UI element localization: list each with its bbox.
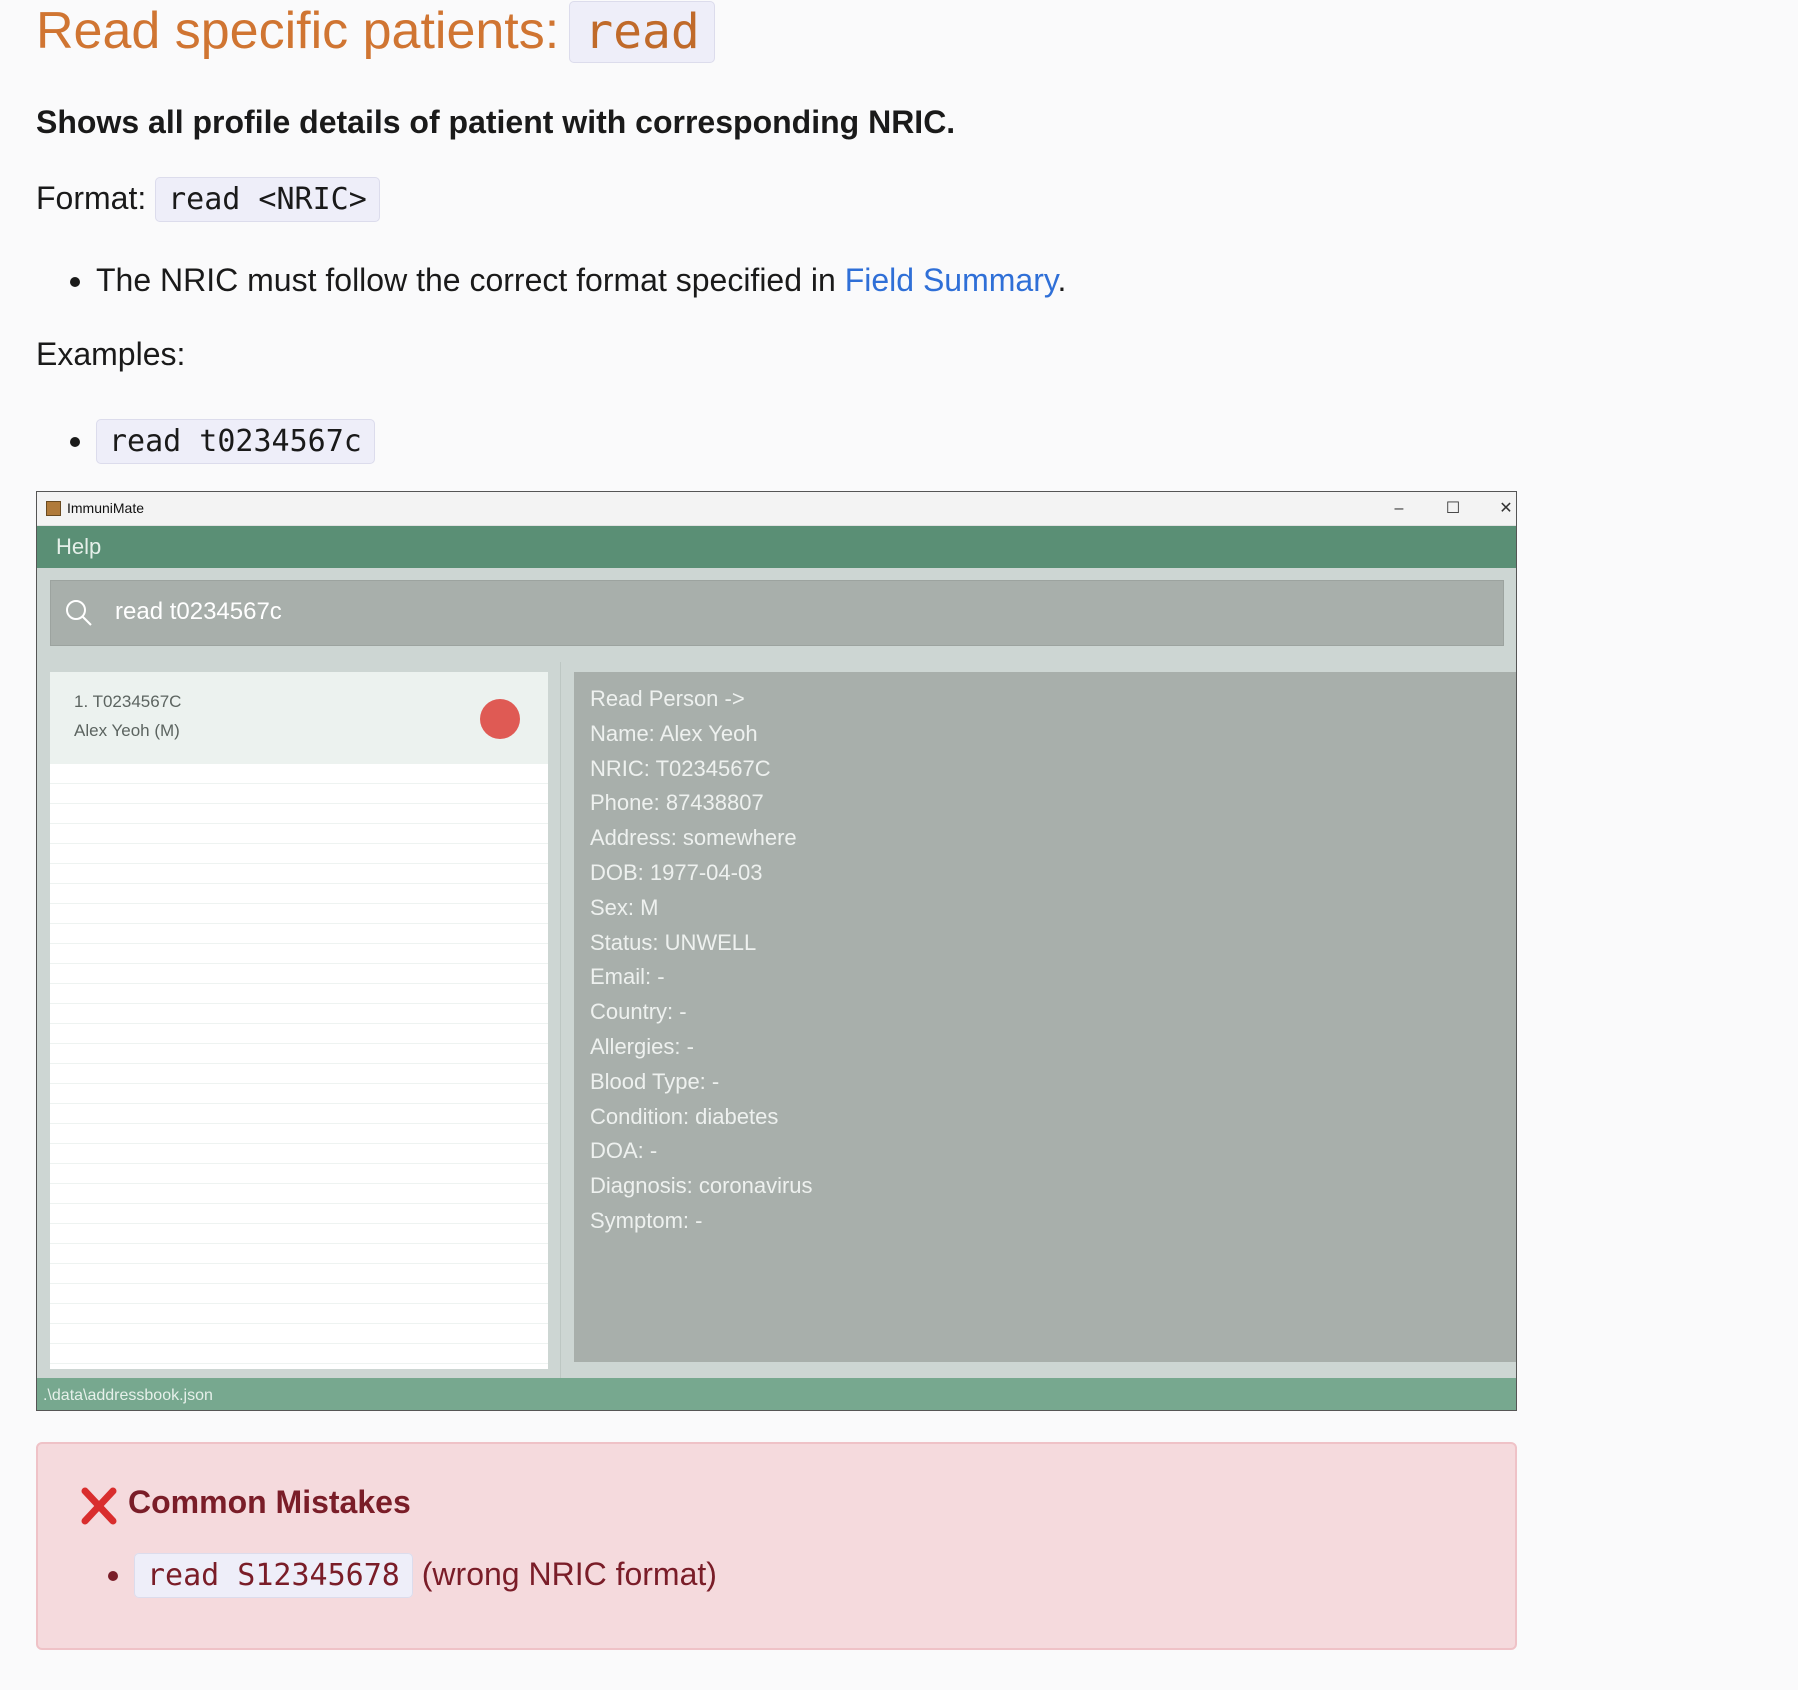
empty-list-row (50, 1244, 548, 1264)
format-note: The NRIC must follow the correct format … (96, 258, 1066, 302)
status-bar: .\data\addressbook.json (37, 1378, 1516, 1410)
callout-title: Common Mistakes (128, 1484, 411, 1520)
empty-list-rows (50, 764, 548, 1364)
empty-list-row (50, 804, 548, 824)
example-item: read t0234567c (96, 418, 375, 464)
window-title: ImmuniMate (67, 500, 145, 516)
empty-list-row (50, 924, 548, 944)
common-mistakes-callout: Common Mistakes read S12345678 (wrong NR… (36, 1442, 1517, 1650)
empty-list-row (50, 1184, 548, 1204)
format-label: Format: (36, 180, 147, 216)
empty-list-row (50, 904, 548, 924)
mistakes-list: read S12345678 (wrong NRIC format) (100, 1546, 717, 1604)
title-bar[interactable]: ImmuniMate – ☐ ✕ (37, 492, 1516, 526)
patient-detail-panel: Read Person -> Name: Alex Yeoh NRIC: T02… (574, 672, 1516, 1362)
cross-mark-icon (81, 1487, 117, 1525)
panel-divider[interactable] (560, 662, 561, 1382)
command-input[interactable]: read t0234567c (115, 598, 282, 626)
detail-condition: Condition: diabetes (590, 1103, 779, 1129)
command-code: read (569, 1, 715, 63)
format-code: read <NRIC> (155, 177, 380, 222)
detail-dob: DOB: 1977-04-03 (590, 859, 763, 885)
empty-list-row (50, 1164, 548, 1184)
menu-help[interactable]: Help (56, 534, 101, 560)
examples-label: Examples: (36, 336, 186, 372)
app-logo-icon (46, 501, 61, 516)
note-end: . (1057, 262, 1067, 298)
page-title: Read specific patients: read (36, 0, 715, 63)
detail-country: Country: - (590, 999, 687, 1025)
detail-header: Read Person -> (590, 686, 745, 711)
example-code: read t0234567c (96, 419, 375, 464)
empty-list-row (50, 1004, 548, 1024)
format-notes: The NRIC must follow the correct format … (60, 258, 1066, 302)
empty-list-row (50, 944, 548, 964)
detail-phone: Phone: 87438807 (590, 790, 764, 816)
empty-list-row (50, 784, 548, 804)
empty-list-row (50, 1224, 548, 1244)
empty-list-row (50, 1204, 548, 1224)
empty-list-row (50, 1304, 548, 1324)
detail-doa: DOA: - (590, 1138, 658, 1164)
command-box[interactable]: read t0234567c (50, 580, 1504, 646)
detail-nric: NRIC: T0234567C (590, 755, 771, 781)
detail-diagnosis: Diagnosis: coronavirus (590, 1173, 813, 1199)
empty-list-row (50, 1084, 548, 1104)
field-summary-link[interactable]: Field Summary (845, 262, 1058, 298)
patient-list: 1. T0234567C Alex Yeoh (M) (50, 672, 548, 1369)
detail-allergies: Allergies: - (590, 1033, 694, 1059)
detail-symptom: Symptom: - (590, 1207, 703, 1233)
empty-list-row (50, 1284, 548, 1304)
command-description: Shows all profile details of patient wit… (36, 104, 956, 140)
empty-list-row (50, 1044, 548, 1064)
empty-list-row (50, 884, 548, 904)
empty-list-row (50, 1144, 548, 1164)
patient-card[interactable]: 1. T0234567C Alex Yeoh (M) (50, 672, 548, 764)
empty-list-row (50, 1264, 548, 1284)
maximize-button[interactable]: ☐ (1430, 496, 1476, 522)
empty-list-row (50, 764, 548, 784)
empty-list-row (50, 1064, 548, 1084)
empty-list-row (50, 984, 548, 1004)
close-button[interactable]: ✕ (1483, 496, 1516, 522)
mistake-code: read S12345678 (134, 1553, 413, 1598)
examples-list: read t0234567c (60, 418, 375, 464)
search-icon (66, 600, 92, 626)
empty-list-row (50, 1024, 548, 1044)
patient-card-name: Alex Yeoh (M) (74, 721, 180, 740)
detail-blood-type: Blood Type: - (590, 1068, 720, 1094)
empty-list-row (50, 864, 548, 884)
detail-email: Email: - (590, 964, 665, 990)
empty-list-row (50, 1324, 548, 1344)
minimize-button[interactable]: – (1376, 496, 1422, 522)
detail-name: Name: Alex Yeoh (590, 720, 758, 746)
empty-list-row (50, 1104, 548, 1124)
empty-list-row (50, 964, 548, 984)
empty-list-row (50, 1344, 548, 1364)
empty-list-row (50, 1124, 548, 1144)
page-title-text: Read specific patients: (36, 2, 560, 60)
menu-bar: Help (37, 526, 1516, 568)
empty-list-row (50, 824, 548, 844)
format-line: Format: read <NRIC> (36, 177, 380, 222)
data-file-path: .\data\addressbook.json (43, 1387, 213, 1404)
app-window: ImmuniMate – ☐ ✕ Help read t0234567c 1. … (36, 491, 1517, 1411)
detail-sex: Sex: M (590, 894, 659, 920)
patient-card-nric: 1. T0234567C (74, 692, 182, 711)
empty-list-row (50, 844, 548, 864)
note-text: The NRIC must follow the correct format … (96, 262, 845, 298)
mistake-note: (wrong NRIC format) (421, 1556, 717, 1592)
detail-status: Status: UNWELL (590, 929, 757, 955)
detail-address: Address: somewhere (590, 825, 797, 851)
status-dot-icon (480, 699, 520, 739)
mistake-item: read S12345678 (wrong NRIC format) (134, 1546, 717, 1604)
